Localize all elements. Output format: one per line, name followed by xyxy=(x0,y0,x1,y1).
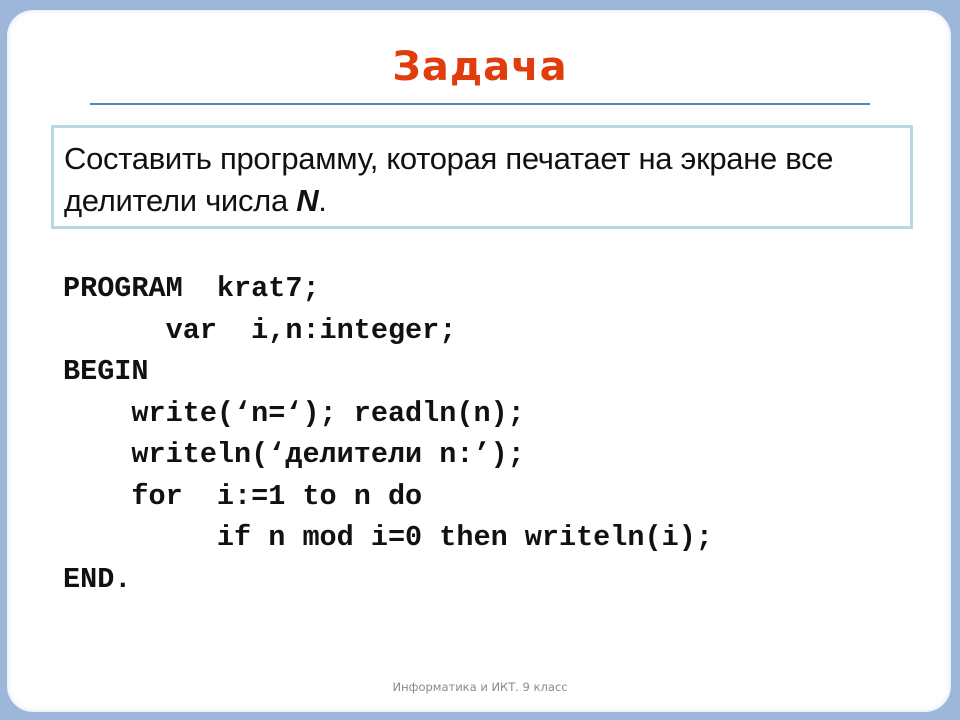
code-line: writeln(‘делители n:’); xyxy=(63,438,525,471)
task-variable-n: N xyxy=(296,183,319,218)
slide-title: Задача xyxy=(392,44,568,90)
task-text-main: Составить программу, которая печатает на… xyxy=(64,141,834,218)
code-line: if n mod i=0 then writeln(i); xyxy=(63,521,713,554)
code-line: BEGIN xyxy=(63,355,149,388)
task-box: Составить программу, которая печатает на… xyxy=(51,125,913,229)
code-line: END. xyxy=(63,562,132,596)
task-text-end: . xyxy=(318,183,327,218)
code-listing: PROGRAM krat7; var i,n:integer; BEGIN wri… xyxy=(63,268,713,600)
slide-footer: Информатика и ИКТ. 9 класс xyxy=(392,680,568,694)
code-line: var i,n:integer; xyxy=(63,313,457,347)
code-line: PROGRAM krat7; xyxy=(63,272,320,305)
code-line: for i:=1 to n do xyxy=(63,479,423,513)
task-text: Составить программу, которая печатает на… xyxy=(64,138,900,222)
code-line: write(‘n=‘); readln(n); xyxy=(63,396,525,430)
title-divider xyxy=(90,103,870,105)
